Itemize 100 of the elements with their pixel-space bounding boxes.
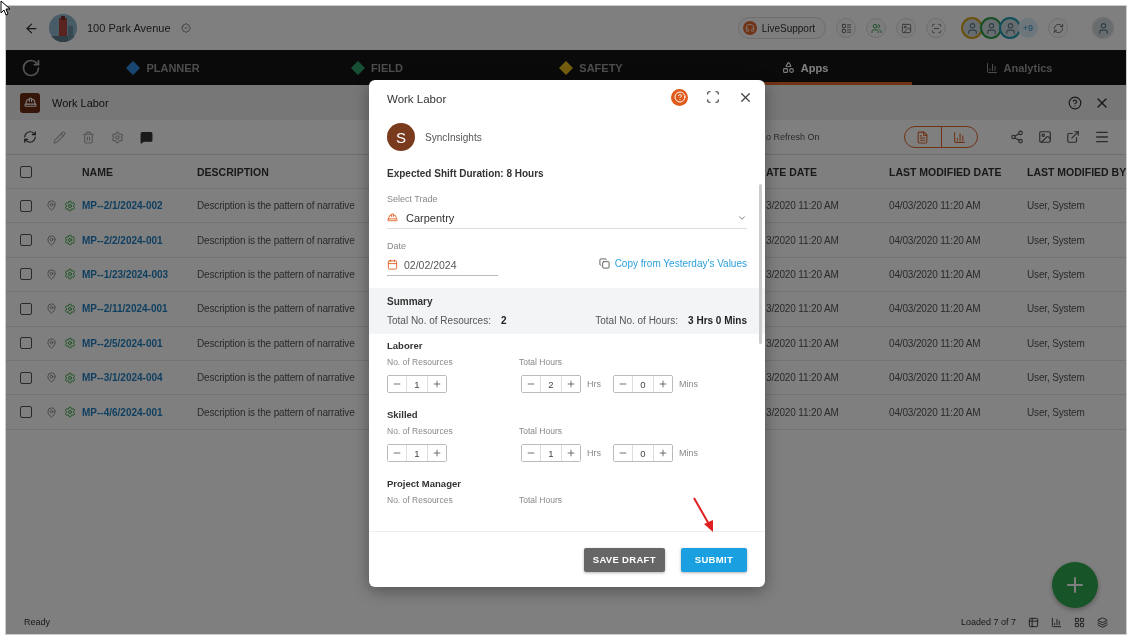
table-cell-text: User, System [1027,303,1086,315]
nav-tab[interactable]: SAFETY [484,50,698,85]
row-checkbox[interactable] [20,199,32,212]
table-cell-text: Description is the pattern of narrative [197,337,356,349]
record-link[interactable]: MP--4/6/2024-001 [82,406,197,418]
record-link[interactable]: MP--3/1/2024-004 [82,372,197,384]
table-cell-text: Description is the pattern of narrative [197,406,356,418]
date-field[interactable]: 02/02/2024 [387,254,498,276]
nav-tab[interactable]: FIELD [270,50,484,85]
gear-icon[interactable] [64,199,76,212]
field-label: No. of Resources [387,357,454,367]
trade-select[interactable]: Carpentry [387,207,747,229]
project-name[interactable]: 100 Park Avenue [87,22,171,34]
record-link[interactable]: MP--2/2/2024-001 [82,234,197,246]
refresh-icon[interactable] [23,130,37,144]
unit-label: Hrs [587,379,601,389]
gear-icon[interactable] [64,406,76,419]
add-button[interactable] [1052,562,1098,608]
back-icon[interactable] [24,20,39,36]
row-checkbox[interactable] [20,371,32,384]
settings-icon[interactable] [111,130,124,144]
number-stepper[interactable]: 0 [613,375,673,393]
location-icon[interactable] [46,406,57,418]
help-icon [673,91,686,103]
chart-icon[interactable] [1051,616,1062,628]
column-header[interactable]: LAST MODIFIED DATE [889,165,1027,178]
field-label: No. of Resources [387,426,454,436]
record-link[interactable]: MP--1/23/2024-003 [82,268,197,280]
scan-button[interactable] [926,18,946,38]
edit-icon[interactable] [53,130,66,144]
person-icon [984,21,998,35]
grid-icon[interactable] [1074,616,1085,628]
table-cell-text: 3/2020 11:20 AM [766,337,840,349]
module-title: Work Labor [52,96,109,109]
profile-avatar[interactable] [1092,17,1114,39]
menu-icon[interactable] [1094,129,1110,145]
column-header[interactable]: NAME [82,165,197,178]
layers-icon[interactable] [1097,616,1108,628]
select-all-checkbox[interactable] [20,165,32,178]
row-checkbox[interactable] [20,234,32,247]
copy-link[interactable]: Copy from Yesterday's Values [598,258,747,269]
logo-icon[interactable] [21,57,41,78]
summary-value: 3 Hrs 0 Mins [688,315,747,326]
location-icon[interactable] [46,234,57,246]
row-checkbox[interactable] [20,406,32,419]
external-link-icon[interactable] [1066,130,1080,144]
row-checkbox[interactable] [20,268,32,281]
location-icon[interactable] [46,337,57,349]
row-checkbox[interactable] [20,337,32,350]
delete-icon[interactable] [82,130,95,144]
user-avatar[interactable] [980,17,1002,39]
number-stepper[interactable]: 1 [521,444,581,462]
gear-icon[interactable] [64,337,76,350]
scrollbar[interactable] [759,184,762,344]
gear-icon[interactable] [64,234,76,247]
location-icon[interactable] [46,372,57,384]
table-cell-text: 04/03/2020 11:20 AM [889,406,982,418]
user-avatar[interactable] [999,17,1021,39]
section-title: Laborer [387,340,424,351]
sync-button[interactable] [1048,18,1068,38]
number-stepper[interactable]: 1 [387,375,447,393]
nav-tab[interactable]: PLANNER [56,50,270,85]
document-icon [916,130,930,144]
image-icon[interactable] [1038,130,1052,144]
record-link[interactable]: MP--2/11/2024-001 [82,303,197,315]
people-button[interactable] [866,18,886,38]
row-checkbox[interactable] [20,302,32,315]
column-header[interactable]: LAST MODIFIED BY [1027,165,1126,178]
table-cell-text: 04/03/2020 11:20 AM [889,200,982,212]
gear-icon[interactable] [64,268,76,281]
column-header[interactable]: DESCRIPTION [197,165,370,178]
fullscreen-icon[interactable] [706,90,720,104]
gear-icon[interactable] [64,302,76,315]
number-stepper[interactable]: 2 [521,375,581,393]
table-icon[interactable] [1028,616,1039,628]
record-link[interactable]: MP--2/1/2024-002 [82,200,197,212]
bar-chart-icon [952,130,966,144]
submit-button[interactable]: SUBMIT [680,547,747,572]
save-draft-button[interactable]: SAVE DRAFT [583,547,665,572]
gear-icon[interactable] [64,371,76,384]
image-button[interactable] [896,18,916,38]
number-stepper[interactable]: 1 [387,444,447,462]
nav-tab[interactable]: Analytics [912,50,1126,85]
location-icon[interactable] [46,268,57,280]
help-icon[interactable] [1068,95,1082,110]
column-header[interactable]: ATE DATE [766,165,889,178]
share-icon[interactable] [1010,130,1024,144]
table-cell-text: 3/2020 11:20 AM [766,372,840,384]
help-button[interactable] [671,88,688,106]
live-support-button[interactable]: LiveSupport [737,17,826,39]
number-stepper[interactable]: 0 [613,444,673,462]
user-avatar[interactable] [961,17,983,39]
location-icon[interactable] [46,200,57,212]
table-cell-text: 3/2020 11:20 AM [766,200,840,212]
list-icon [840,22,852,34]
record-link[interactable]: MP--2/5/2024-001 [82,337,197,349]
comment-icon[interactable] [140,130,153,144]
field-label: Select Trade [387,194,439,204]
list-button[interactable] [836,18,856,38]
location-icon[interactable] [46,303,57,315]
